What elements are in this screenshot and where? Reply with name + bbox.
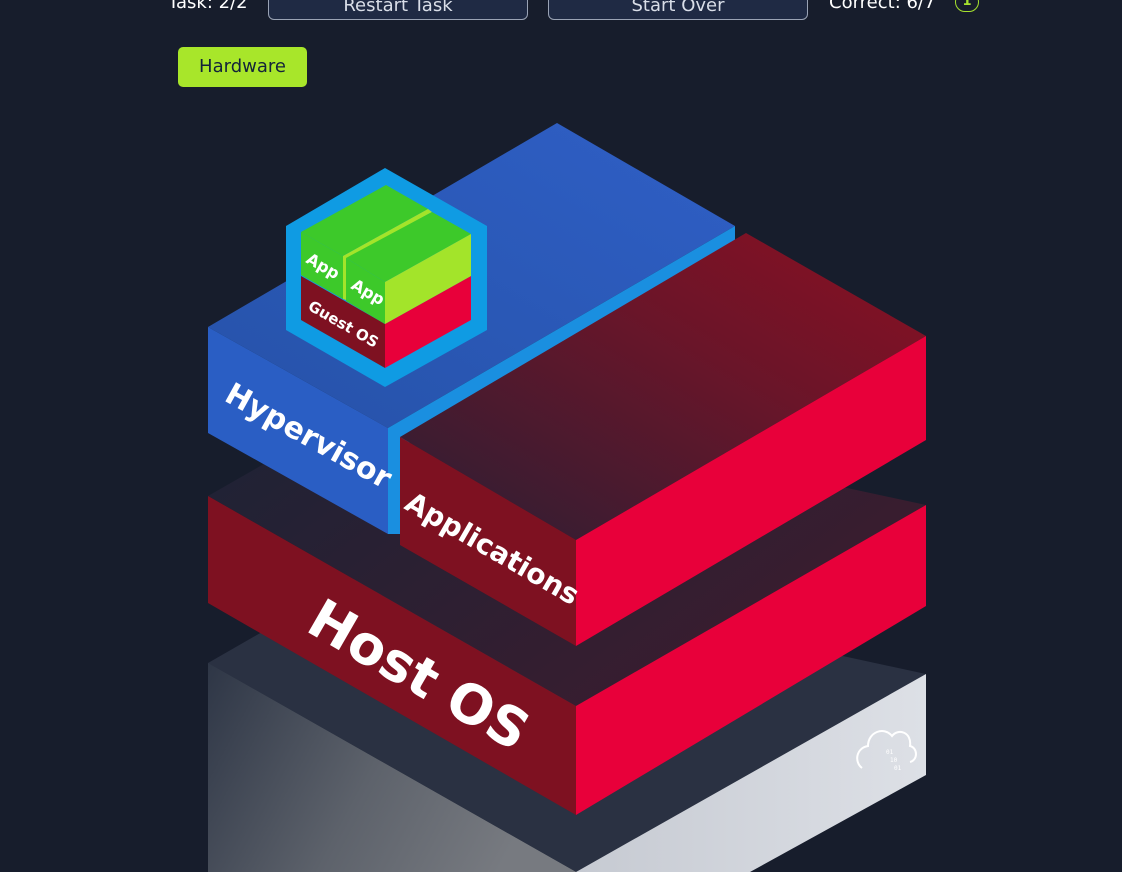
virtualization-stack-diagram: 01 10 01 Host OS Hypervisor Applications… — [208, 123, 926, 872]
svg-text:10: 10 — [890, 757, 898, 764]
svg-text:01: 01 — [894, 765, 902, 772]
svg-text:01: 01 — [886, 749, 894, 756]
